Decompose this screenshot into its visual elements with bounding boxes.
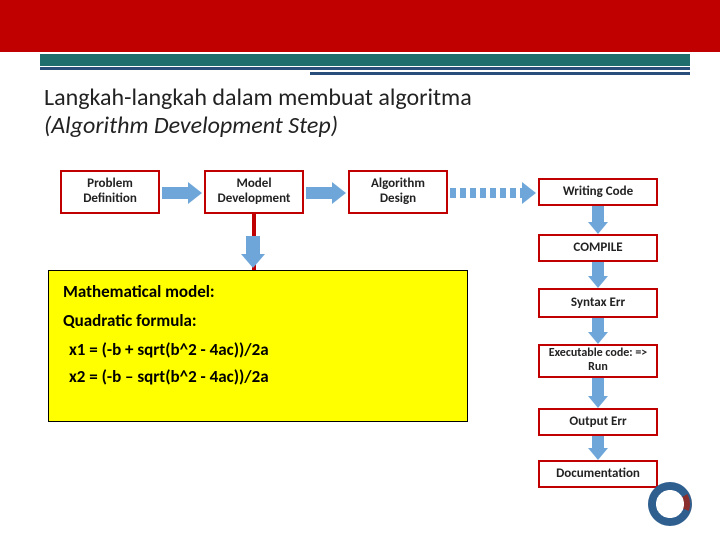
header-teal-band (40, 54, 690, 66)
slide-header (0, 0, 720, 54)
slide-title: Langkah-langkah dalam membuat algoritma … (44, 84, 690, 139)
title-line-1: Langkah-langkah dalam membuat algoritma (44, 84, 690, 112)
callout-heading-model: Mathematical model: (63, 281, 453, 302)
step-writing-code: Writing Code (538, 178, 658, 206)
step-documentation: Documentation (538, 460, 658, 488)
arrow-right-dashed-icon (450, 186, 536, 200)
step-executable-run: Executable code: => Run (538, 344, 658, 378)
equation-x1: x1 = (-b + sqrt(b^2 - 4ac))/2a (69, 339, 453, 360)
model-callout: Mathematical model: Quadratic formula: x… (48, 270, 468, 422)
arrow-down-icon (590, 262, 606, 288)
header-divider-1 (40, 67, 690, 70)
step-problem-definition: Problem Definition (60, 170, 160, 214)
institution-logo-icon (648, 482, 692, 526)
step-syntax-err: Syntax Err (538, 288, 658, 318)
callout-heading-formula: Quadratic formula: (63, 310, 453, 331)
step-algorithm-design: Algorithm Design (348, 170, 448, 214)
arrow-down-icon (590, 318, 606, 344)
arrow-down-icon (590, 436, 606, 460)
equation-x2: x2 = (-b – sqrt(b^2 - 4ac))/2a (69, 366, 453, 387)
header-divider-2 (310, 72, 690, 75)
arrow-down-icon (244, 236, 262, 268)
arrow-down-icon (590, 378, 606, 408)
step-model-development: Model Development (204, 170, 304, 214)
arrow-down-icon (590, 206, 606, 234)
arrow-right-icon (306, 186, 346, 200)
title-line-2: (Algorithm Development Step) (44, 111, 338, 140)
arrow-right-icon (162, 186, 202, 200)
step-output-err: Output Err (538, 408, 658, 436)
step-compile: COMPILE (538, 234, 658, 262)
header-red-band (0, 0, 720, 52)
